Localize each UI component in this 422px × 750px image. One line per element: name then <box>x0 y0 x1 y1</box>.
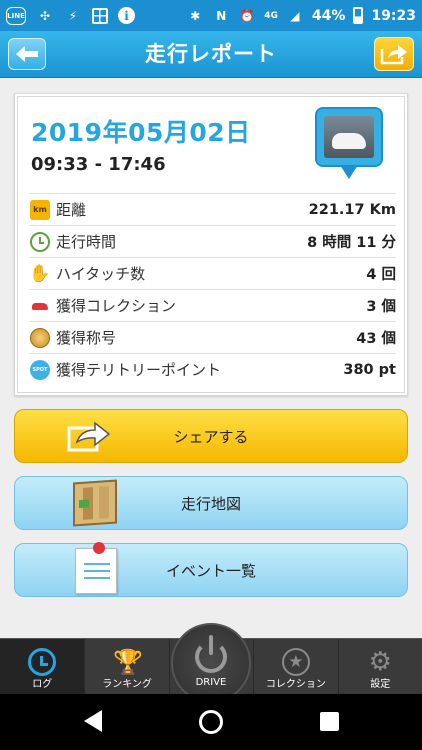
system-nav-bar <box>0 694 422 750</box>
high-five-icon: ✋ <box>29 263 51 284</box>
drive-map-label: 走行地図 <box>180 494 241 513</box>
report-date: 2019年05月02日 <box>31 118 251 147</box>
back-button[interactable] <box>8 38 46 70</box>
app-header: 走行レポート <box>0 31 422 78</box>
clock-icon <box>30 231 50 252</box>
stat-label: 走行時間 <box>56 233 117 251</box>
car-collection-icon <box>30 295 50 316</box>
trophy-icon: 🏆 <box>113 648 143 676</box>
map-icon <box>73 479 117 527</box>
tab-log[interactable]: ログ <box>0 639 85 695</box>
drive-map-button[interactable]: 走行地図 <box>14 476 408 530</box>
nav-back-icon[interactable] <box>84 710 102 732</box>
signal-icon: ◢ <box>290 8 300 23</box>
stat-row-high-five: ✋ ハイタッチ数 4 回 <box>29 257 396 289</box>
stat-value: 43 個 <box>356 331 396 347</box>
pushpin-icon <box>93 542 105 554</box>
battery-percent: 44% <box>311 7 346 24</box>
alarm-icon: ⏰ <box>239 8 255 23</box>
territory-point-icon: SPOT <box>30 359 50 380</box>
tab-label: 設定 <box>370 679 391 690</box>
car-photo-pin[interactable] <box>315 107 383 167</box>
tab-label: ランキング <box>102 679 152 690</box>
stat-row-collection: 獲得コレクション 3 個 <box>30 289 396 321</box>
status-bar: LINE ✣ ⚡ i ✱ N ⏰ 4G ◢ 44% 19:23 <box>0 0 422 31</box>
no-signal-icon: ⚡ <box>68 8 78 23</box>
stat-value: 380 pt <box>343 361 396 378</box>
share-button[interactable]: シェアする <box>14 409 408 463</box>
share-icon <box>67 421 111 452</box>
km-icon: km <box>30 199 50 220</box>
stat-value: 8 時間 11 分 <box>307 235 396 251</box>
car-photo <box>324 116 374 158</box>
stat-value: 3 個 <box>366 299 396 315</box>
tab-label: コレクション <box>265 679 326 690</box>
stat-label: 獲得称号 <box>56 329 117 347</box>
nav-recents-icon[interactable] <box>320 712 339 731</box>
gear-icon: ⚙ <box>368 647 392 677</box>
tab-label: ログ <box>32 679 53 690</box>
stat-row-distance: km 距離 221.17 Km <box>30 193 396 225</box>
pin-tail <box>340 165 358 179</box>
stat-label: 獲得テリトリーポイント <box>56 361 222 379</box>
event-list-button[interactable]: イベント一覧 <box>14 542 408 597</box>
stat-label: 距離 <box>56 201 87 219</box>
bluetooth-icon: ✱ <box>190 8 201 23</box>
nav-home-icon[interactable] <box>199 710 223 734</box>
stat-value: 221.17 Km <box>308 201 396 218</box>
nfc-icon: N <box>216 8 227 23</box>
share-header-button[interactable] <box>374 37 414 71</box>
report-time-range: 09:33 - 17:46 <box>31 154 166 175</box>
log-clock-icon <box>28 648 57 676</box>
memo-icon <box>75 548 117 594</box>
drive-report-card: 2019年05月02日 09:33 - 17:46 km 距離 221.17 K… <box>14 93 408 396</box>
stat-value: 4 回 <box>366 267 396 283</box>
back-arrow-icon <box>16 46 38 62</box>
battery-icon <box>353 7 364 24</box>
tab-settings[interactable]: ⚙ 設定 <box>337 639 422 695</box>
stat-row-titles: 獲得称号 43 個 <box>30 321 396 353</box>
clock-time: 19:23 <box>371 7 416 24</box>
line-app-icon: LINE <box>6 6 26 25</box>
calendar-grid-icon <box>92 7 108 24</box>
stat-row-territory: SPOT 獲得テリトリーポイント 380 pt <box>30 353 396 385</box>
flag-icon <box>79 499 89 509</box>
medal-icon <box>30 327 50 348</box>
car-image-icon <box>332 133 366 149</box>
star-icon: ★ <box>281 648 310 676</box>
drive-label: DRIVE <box>195 677 227 688</box>
stats-list: km 距離 221.17 Km 走行時間 8 時間 11 分 ✋ ハイタッチ数 … <box>29 193 396 385</box>
share-button-label: シェアする <box>173 427 249 446</box>
network-type: 4G <box>264 10 278 21</box>
tab-collection[interactable]: ★ コレクション <box>253 639 337 695</box>
stat-label: 獲得コレクション <box>56 297 177 315</box>
pinwheel-icon: ✣ <box>39 8 51 23</box>
stat-label: ハイタッチ数 <box>56 265 146 283</box>
tab-ranking[interactable]: 🏆 ランキング <box>84 639 168 695</box>
share-icon <box>380 45 407 65</box>
page-title: 走行レポート <box>145 42 277 66</box>
power-icon-line <box>209 635 213 655</box>
event-list-label: イベント一覧 <box>165 561 256 580</box>
stat-row-drive-time: 走行時間 8 時間 11 分 <box>30 225 396 257</box>
info-icon: i <box>118 7 135 24</box>
